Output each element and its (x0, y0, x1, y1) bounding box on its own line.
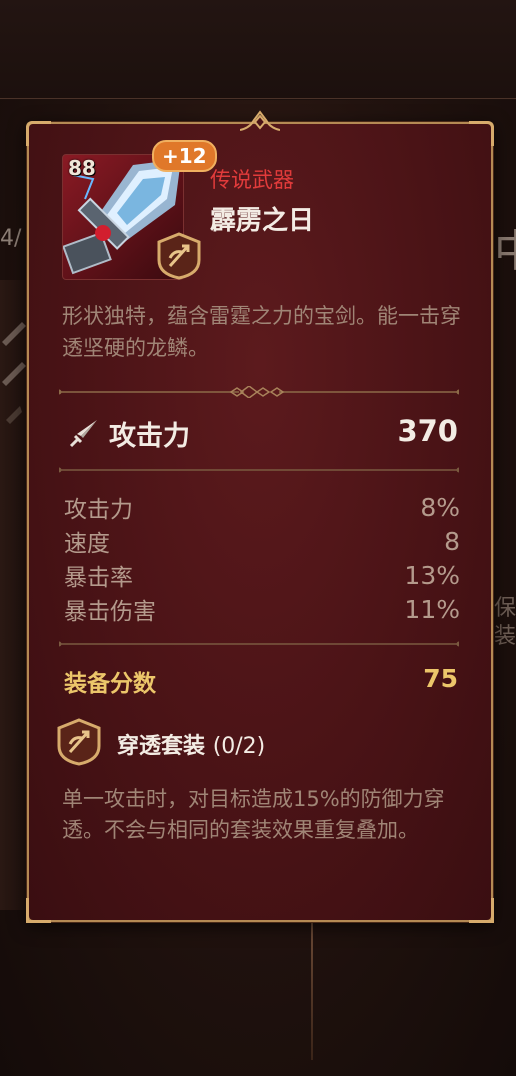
sub-stat-row: 速度 8 (64, 524, 460, 558)
ornate-divider (59, 386, 459, 398)
top-ornament-icon (240, 110, 280, 131)
corner-ornament (26, 898, 51, 923)
background-vertical-line (311, 920, 313, 1060)
background-divider (0, 98, 516, 99)
sub-stat-value: 13% (404, 560, 460, 590)
corner-ornament (469, 898, 494, 923)
main-stat-label: 攻击力 (109, 421, 190, 452)
background-sword-icons (2, 322, 26, 424)
penetration-set-icon (57, 718, 101, 766)
sub-stats-list: 攻击力 8% 速度 8 暴击率 13% 暴击伤害 11% (64, 490, 460, 626)
item-icon[interactable]: 88 +12 (62, 140, 217, 280)
set-title: 穿透套装 (117, 734, 206, 759)
enhance-level-badge: +12 (152, 140, 217, 172)
item-description: 形状独特，蕴含雷霆之力的宝剑。能一击穿透坚硬的龙鳞。 (62, 304, 461, 360)
sub-stat-value: 11% (404, 594, 460, 624)
stat-divider (59, 467, 459, 473)
sub-stat-label: 速度 (64, 531, 110, 557)
set-count: (0/2) (212, 734, 266, 759)
set-description: 单一攻击时，对目标造成15%的防御力穿透。不会与相同的套装效果重复叠加。 (62, 787, 445, 842)
corner-ornament (26, 121, 51, 146)
sub-stat-row: 攻击力 8% (64, 490, 460, 524)
sub-stat-label: 暴击率 (64, 565, 133, 591)
sub-stat-value: 8% (420, 492, 460, 522)
sub-stat-label: 攻击力 (64, 497, 133, 523)
sub-stat-row: 暴击率 13% (64, 558, 460, 592)
corner-ornament (469, 121, 494, 146)
sword-icon (69, 420, 97, 448)
background-right-glyph: 中 (494, 215, 516, 279)
background-left-fragment: 4/ (0, 226, 22, 251)
item-level: 88 (68, 156, 96, 180)
gear-score-label: 装备分数 (64, 671, 156, 697)
sub-stat-value: 8 (444, 526, 460, 556)
sub-stat-label: 暴击伤害 (64, 599, 156, 625)
stat-divider (59, 641, 459, 647)
item-name: 霹雳之日 (210, 206, 315, 236)
penetration-set-icon (157, 232, 201, 280)
gear-score-value: 75 (423, 664, 458, 693)
sub-stat-row: 暴击伤害 11% (64, 592, 460, 626)
set-name: 穿透套装 (0/2) (117, 728, 265, 760)
item-rarity: 传说武器 (210, 168, 294, 192)
background-right-text-2: 装 (494, 624, 516, 649)
item-tooltip-panel: 88 +12 传说武器 霹雳之日 形状独特，蕴含雷霆之力的宝剑。能一击穿透坚硬的… (26, 110, 494, 923)
main-stat-value: 370 (397, 414, 458, 448)
background-top-bar (0, 0, 516, 100)
